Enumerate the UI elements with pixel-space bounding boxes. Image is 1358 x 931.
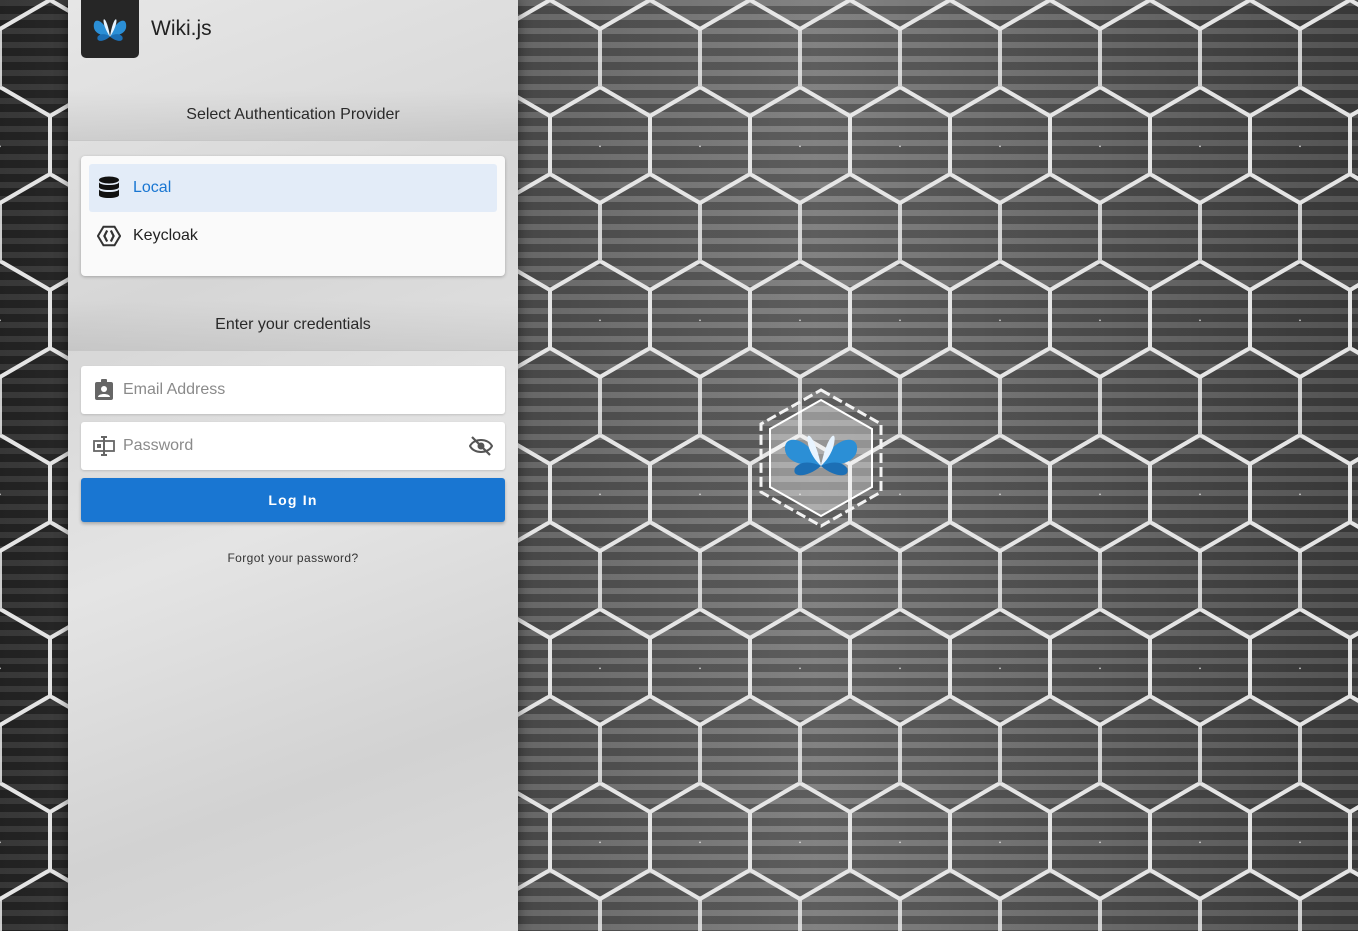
- email-field: [81, 365, 505, 415]
- email-input[interactable]: [121, 365, 505, 415]
- credentials-heading: Enter your credentials: [68, 300, 518, 351]
- provider-label: Keycloak: [133, 227, 198, 244]
- provider-item-keycloak[interactable]: Keycloak: [89, 212, 497, 260]
- butterfly-icon: [93, 19, 127, 41]
- provider-label: Local: [133, 179, 172, 196]
- password-field-icon: [93, 435, 115, 457]
- login-button[interactable]: Log In: [81, 478, 505, 522]
- provider-item-local[interactable]: Local: [89, 164, 497, 212]
- wikijs-emblem: [756, 388, 886, 528]
- brand-name: Wiki.js: [151, 17, 212, 40]
- wikijs-logo: [81, 0, 139, 58]
- keycloak-icon: [97, 224, 121, 248]
- password-field: [81, 421, 505, 471]
- providers-heading: Select Authentication Provider: [68, 90, 518, 141]
- forgot-password-link[interactable]: Forgot your password?: [68, 551, 518, 565]
- database-icon: [97, 176, 121, 200]
- brand: Wiki.js: [81, 0, 212, 58]
- provider-list: Local Keycloak: [81, 156, 505, 276]
- password-input[interactable]: [121, 421, 469, 471]
- contact-card-icon: [93, 379, 115, 401]
- login-panel: Wiki.js Select Authentication Provider L…: [68, 0, 518, 931]
- eye-off-icon[interactable]: [469, 434, 493, 458]
